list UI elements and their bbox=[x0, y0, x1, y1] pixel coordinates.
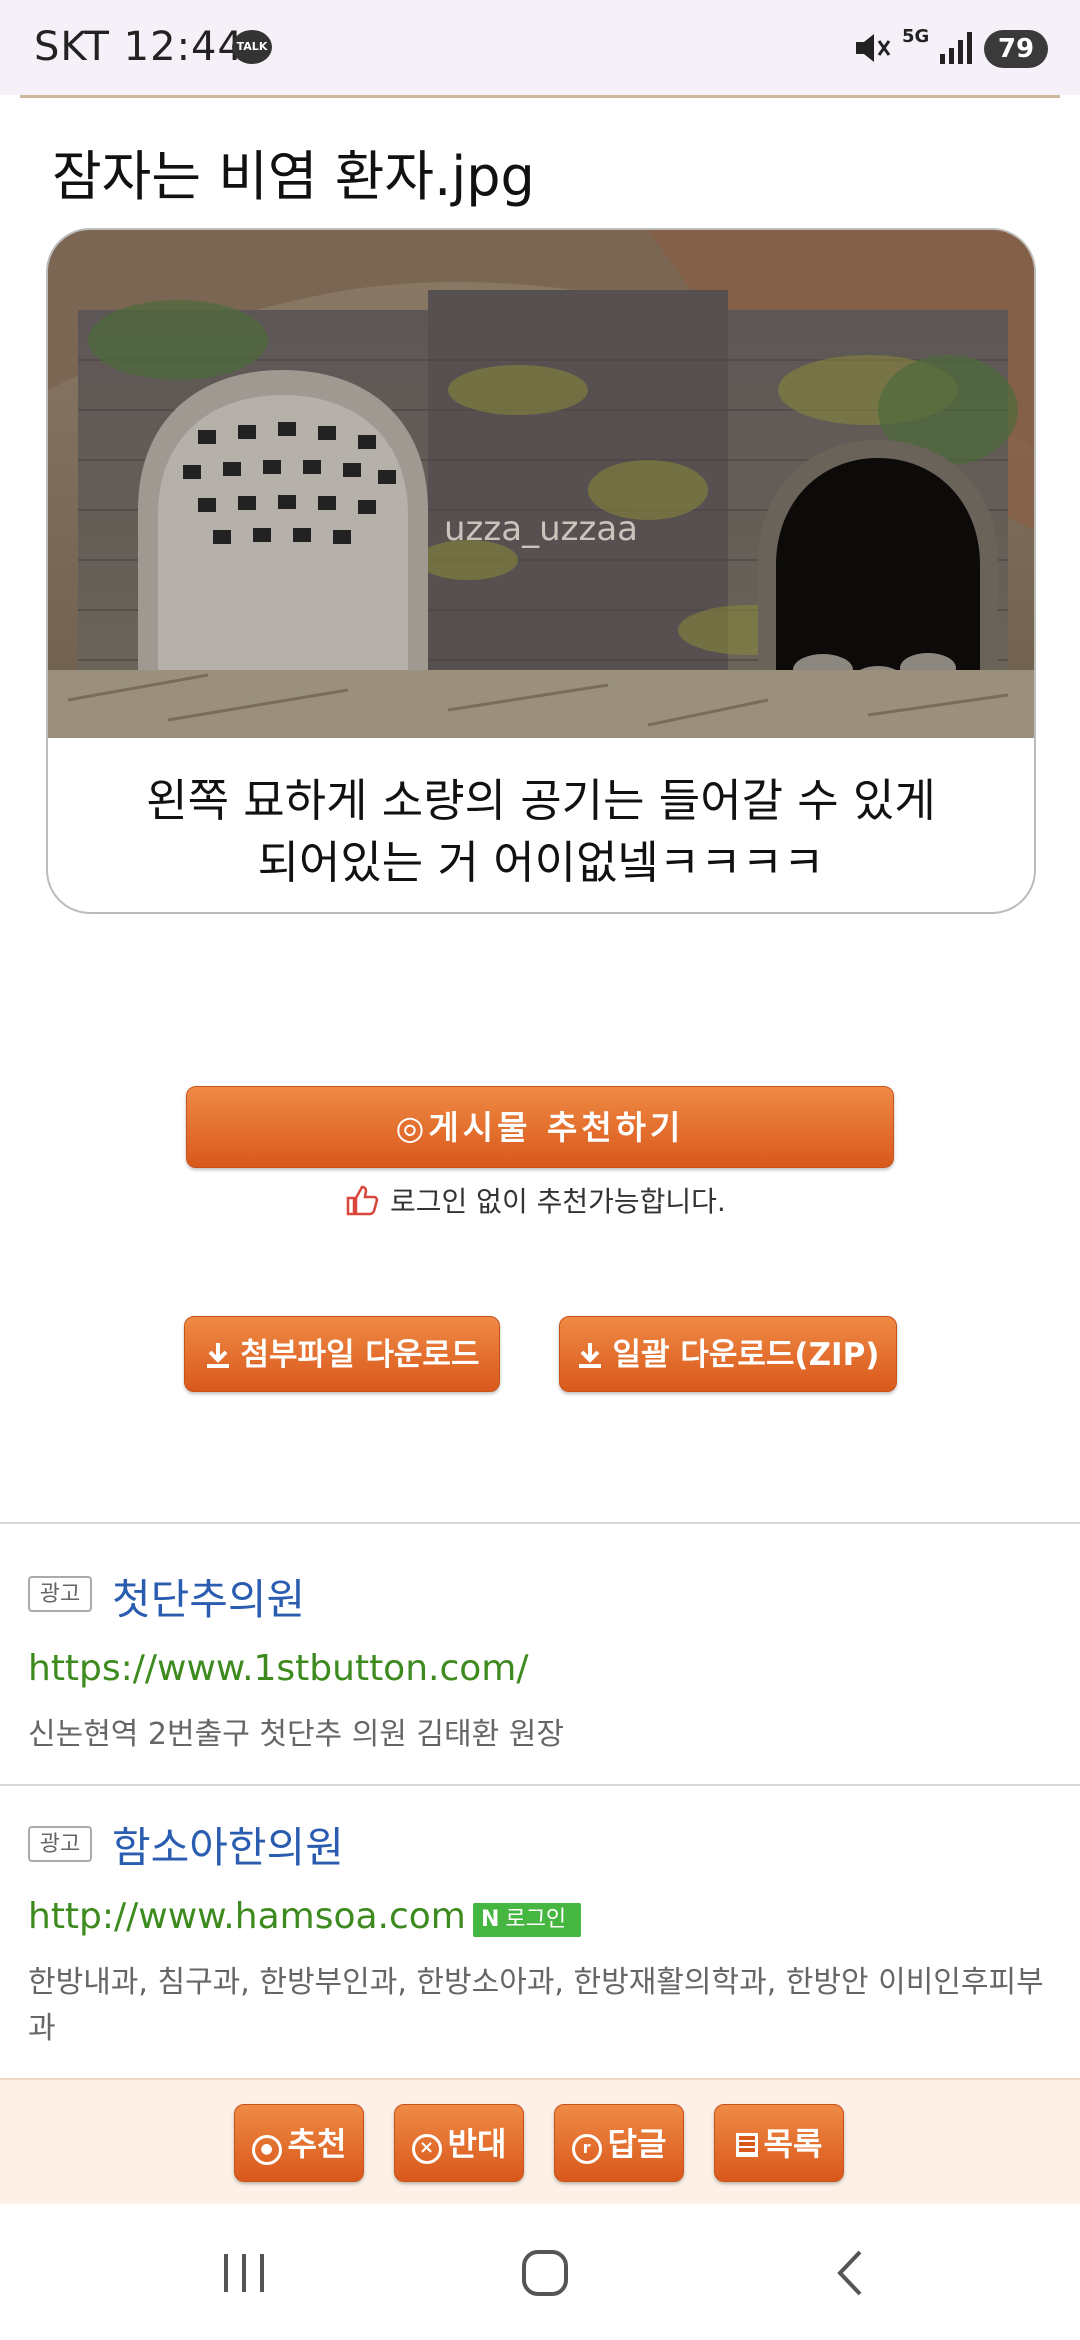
list-icon bbox=[735, 2133, 758, 2157]
reply-icon: r bbox=[571, 2134, 602, 2164]
divider bbox=[0, 1784, 1080, 1786]
recent-apps-icon[interactable] bbox=[220, 2250, 270, 2296]
ad-badge: 광고 bbox=[28, 1826, 92, 1862]
mute-icon bbox=[856, 34, 891, 62]
ad-url-link[interactable]: https://www.1stbutton.com/ bbox=[28, 1648, 528, 1689]
oppose-label: 반대 bbox=[447, 2125, 507, 2163]
post-caption: 왼쪽 묘하게 소량의 공기는 들어갈 수 있게 되어있는 거 어이없넼ㅋㅋㅋㅋ bbox=[48, 770, 1034, 894]
back-icon[interactable] bbox=[830, 2248, 870, 2298]
download-icon bbox=[206, 1343, 229, 1368]
signal-icon bbox=[940, 32, 972, 64]
thumbs-up-icon bbox=[346, 1185, 379, 1216]
post-image-card: uzza_uzzaa 왼쪽 묘하게 소량의 공기는 들어갈 수 있게 되어있는 … bbox=[46, 228, 1036, 914]
network-type: 5G bbox=[902, 26, 930, 47]
naver-n-icon: N bbox=[481, 1907, 500, 1932]
caption-line-1: 왼쪽 묘하게 소량의 공기는 들어갈 수 있게 bbox=[146, 774, 936, 827]
naver-login-label: 로그인 bbox=[505, 1907, 567, 1932]
divider bbox=[0, 1522, 1080, 1524]
recommend-label: 추천 bbox=[287, 2125, 347, 2163]
bottom-toolbar bbox=[0, 2078, 1080, 2204]
oppose-icon: × bbox=[411, 2134, 442, 2164]
zip-download-label: 일괄 다운로드(ZIP) bbox=[612, 1337, 880, 1373]
oppose-button[interactable]: × 반대 bbox=[394, 2104, 524, 2182]
ad-title-link[interactable]: 첫단추의원 bbox=[112, 1566, 305, 1627]
zip-download-button[interactable]: 일괄 다운로드(ZIP) bbox=[559, 1316, 897, 1392]
ad-description: 한방내과, 침구과, 한방부인과, 한방소아과, 한방재활의학과, 한방안 이비… bbox=[28, 1965, 1044, 2046]
carrier-time: SKT 12:44 bbox=[34, 24, 244, 70]
battery-icon: 79 bbox=[984, 30, 1048, 68]
attachment-download-button[interactable]: 첨부파일 다운로드 bbox=[184, 1316, 500, 1392]
ad-badge: 광고 bbox=[28, 1576, 92, 1612]
caption-line-2: 되어있는 거 어이없넼ㅋㅋㅋㅋ bbox=[257, 836, 825, 889]
download-icon bbox=[578, 1343, 601, 1368]
naver-login-badge[interactable]: N 로그인 bbox=[473, 1903, 581, 1937]
reply-button[interactable]: r 답글 bbox=[554, 2104, 684, 2182]
header-divider bbox=[20, 95, 1060, 98]
home-icon[interactable] bbox=[520, 2248, 570, 2298]
recommend-post-button[interactable]: ◎게시물 추천하기 bbox=[186, 1086, 894, 1168]
image-watermark: uzza_uzzaa bbox=[444, 509, 638, 549]
reply-label: 답글 bbox=[607, 2125, 667, 2163]
post-image: uzza_uzzaa bbox=[48, 230, 1034, 738]
talk-icon: TALK bbox=[232, 30, 272, 64]
ad-description: 신논현역 2번출구 첫단추 의원 김태환 원장 bbox=[28, 1717, 564, 1752]
ad-title-link[interactable]: 함소아한의원 bbox=[112, 1814, 344, 1875]
post-title: 잠자는 비염 환자.jpg bbox=[52, 145, 535, 208]
recommend-login-note: 로그인 없이 추천가능합니다. bbox=[390, 1185, 726, 1218]
recommend-icon: ● bbox=[251, 2135, 282, 2165]
recommend-button[interactable]: ● 추천 bbox=[234, 2104, 364, 2182]
ad-url-link[interactable]: http://www.hamsoa.com bbox=[28, 1896, 466, 1937]
attachment-download-label: 첨부파일 다운로드 bbox=[240, 1337, 480, 1373]
list-button[interactable]: 목록 bbox=[714, 2104, 844, 2182]
list-label: 목록 bbox=[763, 2125, 823, 2163]
